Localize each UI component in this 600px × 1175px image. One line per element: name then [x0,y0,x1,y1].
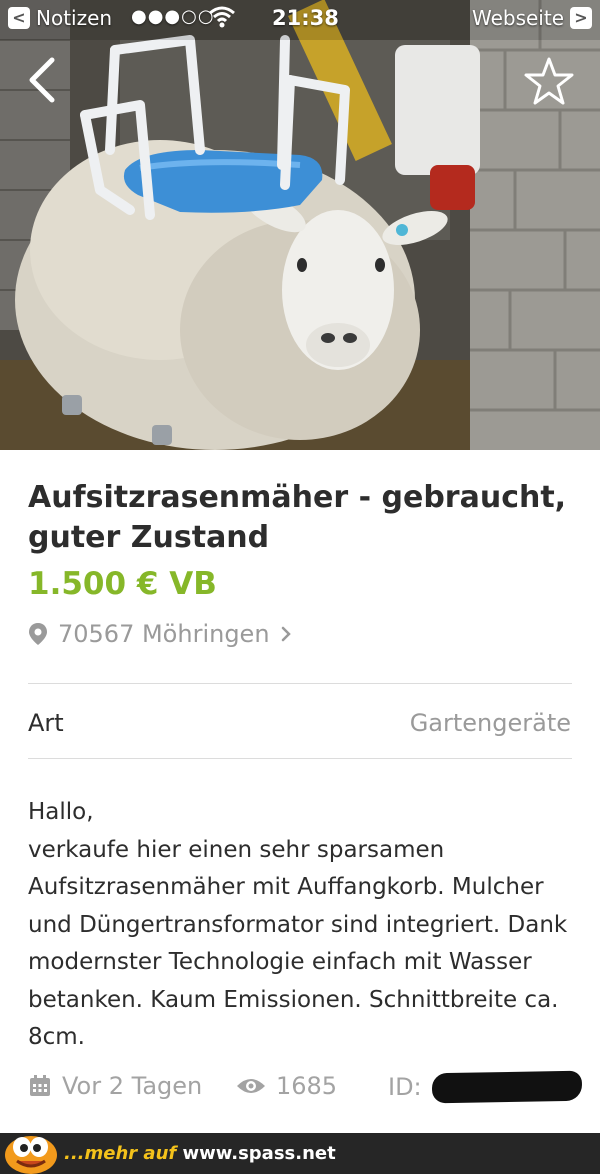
back-arrow-icon: < [8,7,30,29]
divider [28,758,572,759]
status-time: 21:38 [272,6,339,30]
watermark-prefix: ...mehr auf [64,1143,183,1164]
listing-id: ID: [388,1070,582,1104]
status-bar: < Notizen ●●●○○ 21:38 Webseite > [0,0,600,38]
eye-icon [237,1079,265,1093]
watermark-banner[interactable]: ...mehr auf www.spass.net [0,1133,600,1174]
back-to-app[interactable]: < Notizen [8,6,112,30]
location-text: 70567 Möhringen [58,620,270,648]
attribute-label-art: Art [28,709,64,737]
map-pin-icon [29,623,47,645]
posted-date-text: Vor 2 Tagen [62,1072,203,1100]
attribute-value-art: Gartengeräte [409,709,571,737]
sheep-photo-image [0,0,600,450]
forward-arrow-icon: > [570,7,592,29]
star-outline-icon [524,57,574,105]
chevron-left-icon [29,57,55,103]
listing-photo[interactable]: < Notizen ●●●○○ 21:38 Webseite > [0,0,600,450]
listing-description: Hallo, verkaufe hier einen sehr sparsame… [28,799,568,1050]
redacted-id-marker [431,1070,582,1104]
listing-id-label: ID: [388,1073,422,1101]
view-count-text: 1685 [276,1072,338,1100]
back-app-label: Notizen [36,6,113,30]
open-website-link[interactable]: Webseite > [472,6,592,30]
watermark-text: ...mehr auf www.spass.net [64,1143,336,1164]
website-label: Webseite [471,6,564,30]
divider [28,683,572,684]
watermark-site: www.spass.net [182,1143,336,1164]
listing-title: Aufsitzrasenmäher - gebraucht, guter Zus… [28,480,567,555]
listing-price: 1.500 € VB [28,566,217,602]
favorite-button[interactable] [522,56,576,106]
mascot-logo-icon [5,1136,57,1174]
back-button[interactable] [22,54,62,106]
view-count: 1685 [236,1072,337,1100]
location-link[interactable]: 70567 Möhringen [28,620,292,648]
signal-strength-icon: ●●●○○ [131,6,215,27]
posted-date: Vor 2 Tagen [28,1072,202,1100]
calendar-icon [30,1075,50,1096]
chevron-right-icon [281,626,291,642]
